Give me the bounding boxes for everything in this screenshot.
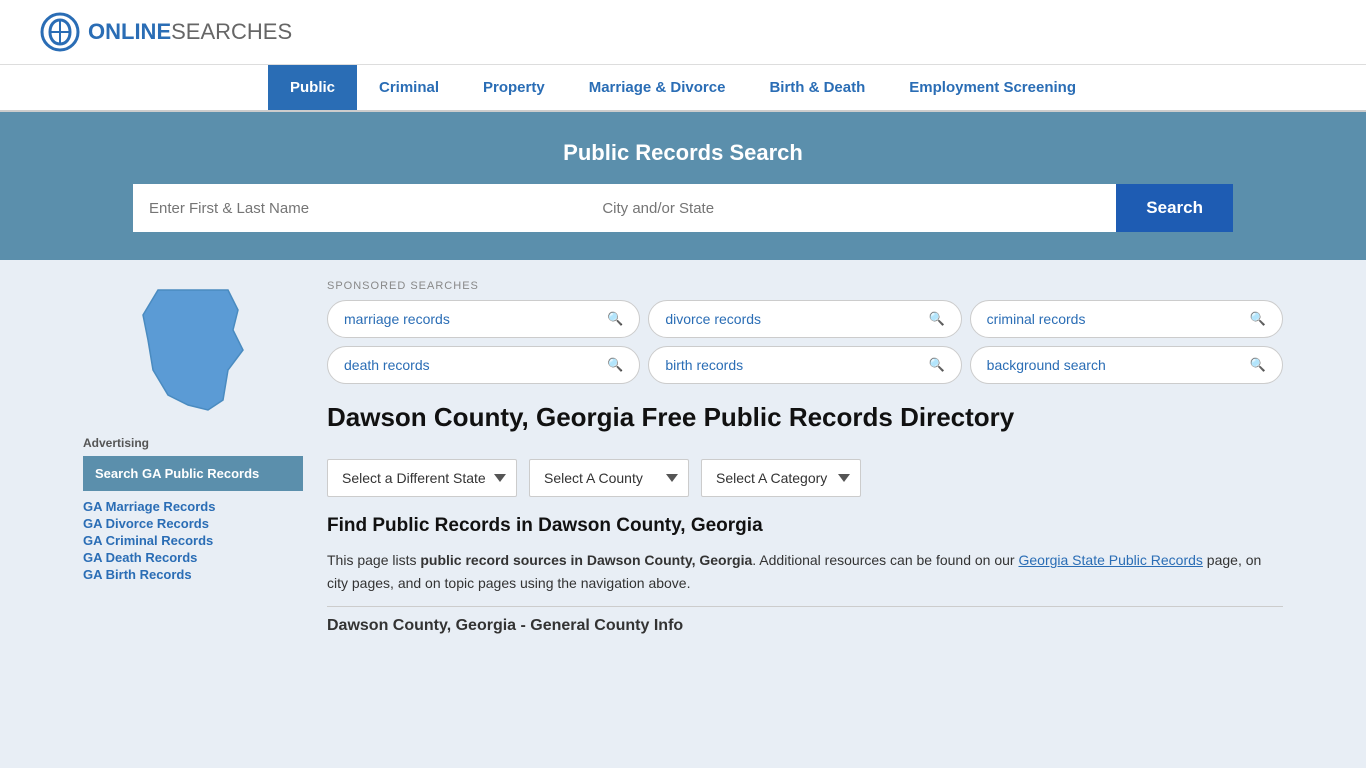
logo-icon (40, 12, 80, 52)
search-button[interactable]: Search (1116, 184, 1233, 232)
name-input[interactable] (133, 184, 586, 232)
sponsored-criminal[interactable]: criminal records 🔍 (970, 300, 1283, 338)
sponsored-death-label: death records (344, 357, 430, 373)
search-icon: 🔍 (1250, 357, 1266, 373)
search-icon: 🔍 (928, 311, 944, 327)
sponsored-marriage-label: marriage records (344, 311, 450, 327)
directory-title: Dawson County, Georgia Free Public Recor… (327, 402, 1014, 433)
sidebar-link-criminal[interactable]: GA Criminal Records (83, 533, 303, 548)
state-dropdown[interactable]: Select a Different State (327, 459, 517, 497)
nav-property[interactable]: Property (461, 65, 567, 110)
content-wrapper: SPONSORED SEARCHES marriage records 🔍 di… (327, 280, 1283, 635)
site-header: ONLINESEARCHES (0, 0, 1366, 65)
sidebar-ad-label: Advertising (83, 436, 303, 450)
search-form: Search (133, 184, 1233, 232)
search-icon: 🔍 (928, 357, 944, 373)
sponsored-marriage[interactable]: marriage records 🔍 (327, 300, 640, 338)
sponsored-label: SPONSORED SEARCHES (327, 280, 1283, 292)
sidebar-link-birth[interactable]: GA Birth Records (83, 567, 303, 582)
logo-searches: SEARCHES (171, 19, 292, 44)
find-records-heading: Find Public Records in Dawson County, Ge… (327, 515, 1283, 537)
find-records-section: Find Public Records in Dawson County, Ge… (327, 515, 1283, 635)
sponsored-background-label: background search (987, 357, 1106, 373)
search-banner-title: Public Records Search (40, 140, 1326, 166)
sponsored-section: SPONSORED SEARCHES marriage records 🔍 di… (327, 280, 1283, 384)
nav-public[interactable]: Public (268, 65, 357, 110)
search-banner: Public Records Search Search (0, 112, 1366, 260)
nav-employment[interactable]: Employment Screening (887, 65, 1098, 110)
main-nav: Public Criminal Property Marriage & Divo… (0, 65, 1366, 112)
sidebar-ad-box[interactable]: Search GA Public Records (83, 456, 303, 491)
sponsored-criminal-label: criminal records (987, 311, 1086, 327)
sidebar-link-death[interactable]: GA Death Records (83, 550, 303, 565)
category-dropdown[interactable]: Select A Category (701, 459, 861, 497)
city-input[interactable] (586, 184, 1116, 232)
sidebar-link-marriage[interactable]: GA Marriage Records (83, 499, 303, 514)
search-icon: 🔍 (607, 357, 623, 373)
sponsored-grid: marriage records 🔍 divorce records 🔍 cri… (327, 300, 1283, 384)
state-records-link[interactable]: Georgia State Public Records (1018, 552, 1202, 568)
sidebar-link-divorce[interactable]: GA Divorce Records (83, 516, 303, 531)
sponsored-death[interactable]: death records 🔍 (327, 346, 640, 384)
sponsored-divorce[interactable]: divorce records 🔍 (648, 300, 961, 338)
search-icon: 🔍 (607, 311, 623, 327)
sponsored-background[interactable]: background search 🔍 (970, 346, 1283, 384)
state-map-image (128, 280, 258, 420)
directory-section: Dawson County, Georgia Free Public Recor… (327, 402, 1283, 443)
sponsored-birth-label: birth records (665, 357, 743, 373)
find-records-paragraph: This page lists public record sources in… (327, 549, 1283, 594)
sidebar: Advertising Search GA Public Records GA … (83, 280, 303, 635)
county-dropdown[interactable]: Select A County (529, 459, 689, 497)
dropdowns-row: Select a Different State Select A County… (327, 459, 1283, 497)
nav-marriage-divorce[interactable]: Marriage & Divorce (567, 65, 748, 110)
sponsored-divorce-label: divorce records (665, 311, 761, 327)
nav-criminal[interactable]: Criminal (357, 65, 461, 110)
logo-text: ONLINESEARCHES (88, 19, 292, 45)
search-icon: 🔍 (1250, 311, 1266, 327)
main-layout: Advertising Search GA Public Records GA … (63, 260, 1303, 635)
nav-birth-death[interactable]: Birth & Death (747, 65, 887, 110)
directory-text: Dawson County, Georgia Free Public Recor… (327, 402, 1014, 443)
sponsored-birth[interactable]: birth records 🔍 (648, 346, 961, 384)
logo[interactable]: ONLINESEARCHES (40, 12, 292, 52)
general-info-heading: Dawson County, Georgia - General County … (327, 606, 1283, 635)
logo-online: ONLINE (88, 19, 171, 44)
